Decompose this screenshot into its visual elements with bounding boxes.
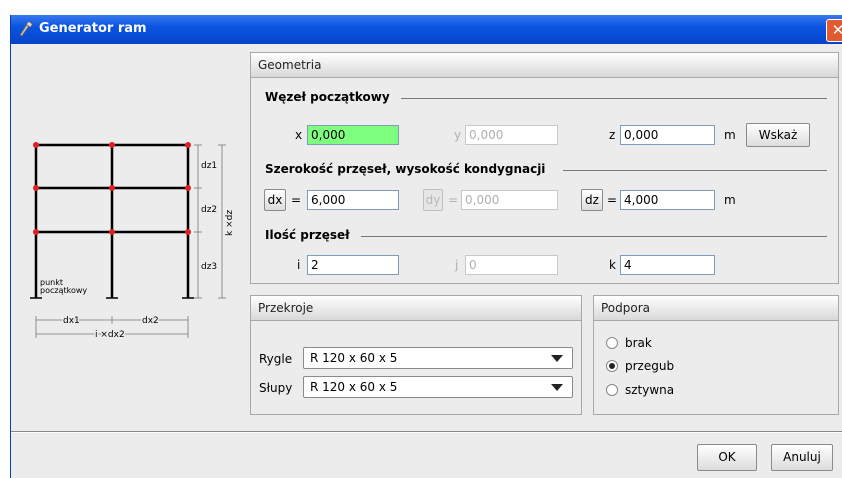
dx-button[interactable]: dx bbox=[264, 189, 286, 211]
bay-label-1: dx1 bbox=[63, 316, 80, 326]
x-input[interactable] bbox=[307, 125, 399, 145]
origin-label-line2: początkowy bbox=[40, 286, 87, 295]
close-icon: ✕ bbox=[831, 21, 842, 39]
support-option-fixed-label: sztywna bbox=[625, 383, 675, 397]
width-total-label: i ×dx2 bbox=[95, 330, 125, 340]
start-node-heading: Węzeł początkowy bbox=[265, 90, 390, 104]
dx-input[interactable] bbox=[307, 190, 399, 210]
pick-button[interactable]: Wskaż bbox=[746, 123, 810, 147]
geometry-panel-header: Geometria bbox=[251, 53, 838, 78]
dy-button: dy bbox=[423, 189, 443, 211]
chevron-down-icon bbox=[551, 355, 563, 362]
z-unit-label: m bbox=[724, 128, 736, 142]
beams-select-value: R 120 x 60 x 5 bbox=[310, 351, 398, 365]
counts-divider bbox=[361, 236, 827, 237]
title-bar[interactable]: Generator ram ✕ bbox=[11, 15, 842, 44]
k-label: k bbox=[609, 258, 616, 272]
geometry-panel: Geometria Węzeł początkowy x y z m Wskaż… bbox=[250, 52, 839, 284]
height-total-label: k ×dz bbox=[225, 210, 235, 236]
j-label: j bbox=[455, 258, 459, 272]
frame-diagram: dz1 dz2 dz3 k ×dz punkt początkowy dx1 d… bbox=[30, 142, 235, 342]
support-panel-title: Podpora bbox=[601, 301, 651, 315]
y-input bbox=[465, 125, 558, 145]
radio-fixed[interactable] bbox=[606, 384, 618, 396]
sections-panel: Przekroje Rygle R 120 x 60 x 5 Słupy R 1… bbox=[250, 295, 582, 415]
columns-label: Słupy bbox=[259, 381, 293, 395]
dz-unit-label: m bbox=[724, 193, 736, 207]
storey-label-1: dz3 bbox=[201, 262, 217, 272]
z-label: z bbox=[609, 128, 616, 142]
k-input[interactable] bbox=[620, 255, 715, 275]
bay-label-2: dx2 bbox=[142, 316, 159, 326]
dz-button[interactable]: dz bbox=[581, 189, 603, 211]
spans-divider bbox=[563, 170, 827, 171]
beams-select[interactable]: R 120 x 60 x 5 bbox=[303, 347, 573, 369]
columns-select-value: R 120 x 60 x 5 bbox=[310, 380, 398, 394]
cancel-button[interactable]: Anuluj bbox=[771, 444, 833, 471]
support-panel: Podpora brak przegub sztywna bbox=[593, 295, 839, 415]
i-label: i bbox=[297, 258, 301, 272]
radio-none[interactable] bbox=[606, 337, 618, 349]
dy-input bbox=[461, 190, 558, 210]
columns-select[interactable]: R 120 x 60 x 5 bbox=[303, 376, 573, 398]
x-label: x bbox=[295, 128, 303, 142]
footer-divider-highlight bbox=[11, 432, 842, 433]
support-option-none[interactable]: brak bbox=[606, 335, 726, 353]
spans-heading: Szerokość przęseł, wysokość kondygnacji bbox=[265, 162, 546, 176]
close-button[interactable]: ✕ bbox=[826, 19, 842, 42]
storey-label-2: dz2 bbox=[201, 205, 217, 215]
sections-panel-title: Przekroje bbox=[258, 301, 314, 315]
j-input bbox=[465, 255, 558, 275]
sections-panel-header: Przekroje bbox=[251, 296, 581, 321]
beams-label: Rygle bbox=[259, 352, 293, 366]
dialog-window: Generator ram ✕ dz1 dz2 dz3 k ×dz punkt … bbox=[10, 15, 842, 478]
support-option-pinned-label: przegub bbox=[625, 359, 675, 373]
z-input[interactable] bbox=[620, 125, 715, 145]
ok-button[interactable]: OK bbox=[697, 444, 757, 471]
support-panel-header: Podpora bbox=[594, 296, 838, 321]
storey-label-3: dz1 bbox=[201, 161, 217, 171]
y-label: y bbox=[454, 128, 462, 142]
dz-equals: = bbox=[607, 193, 618, 207]
dz-input[interactable] bbox=[620, 190, 715, 210]
window-title: Generator ram bbox=[39, 21, 147, 36]
radio-pinned[interactable] bbox=[606, 360, 618, 372]
start-node-divider bbox=[401, 98, 827, 99]
support-option-none-label: brak bbox=[625, 336, 652, 350]
i-input[interactable] bbox=[307, 255, 399, 275]
support-option-fixed[interactable]: sztywna bbox=[606, 382, 726, 400]
support-option-pinned[interactable]: przegub bbox=[606, 358, 726, 376]
counts-heading: Ilość przęseł bbox=[265, 228, 350, 242]
dx-equals: = bbox=[291, 193, 302, 207]
app-icon bbox=[18, 20, 34, 37]
dy-equals: = bbox=[448, 193, 459, 207]
geometry-panel-title: Geometria bbox=[258, 58, 322, 72]
chevron-down-icon bbox=[551, 384, 563, 391]
